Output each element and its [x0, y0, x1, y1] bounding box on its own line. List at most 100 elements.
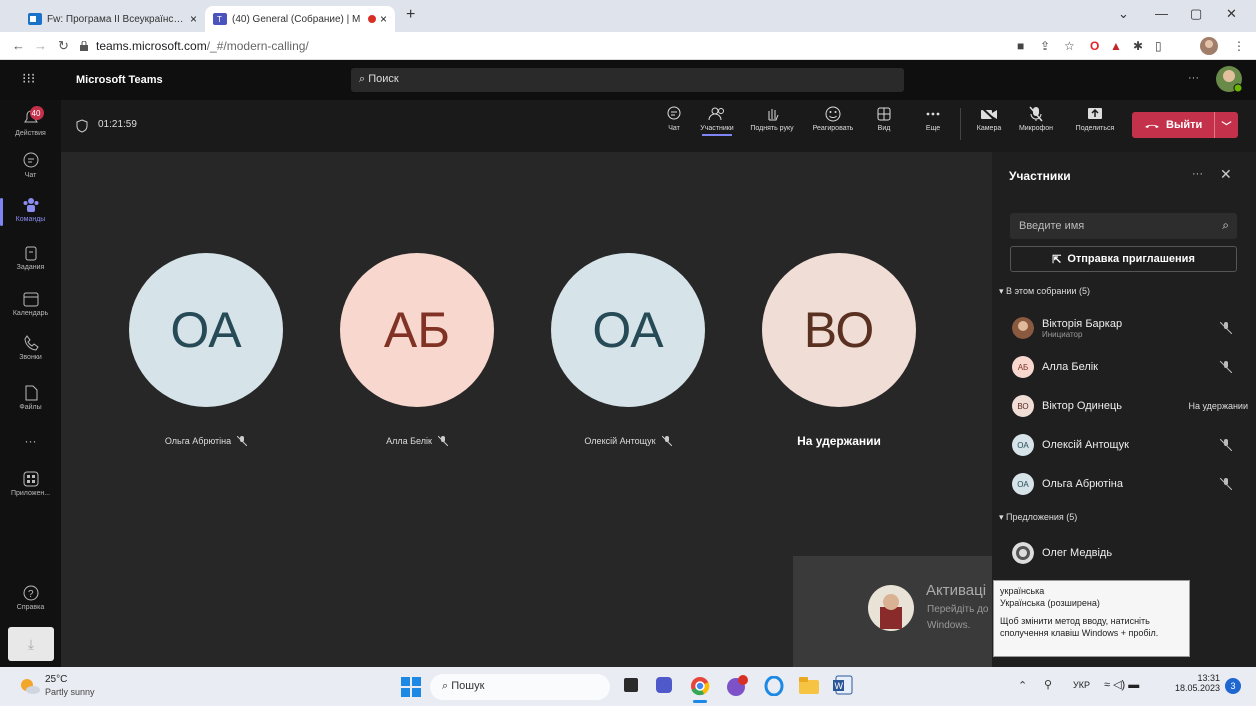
share-invite-icon: ⇱: [1052, 253, 1062, 266]
close-tab-icon[interactable]: ×: [190, 12, 197, 26]
maximize-button[interactable]: ▢: [1190, 6, 1202, 22]
participant-tile-name: Олексій Антощук: [548, 436, 708, 446]
rail-item-help[interactable]: ? Справка: [0, 584, 61, 611]
notification-badge[interactable]: 3: [1225, 678, 1241, 694]
browser-tab-active[interactable]: T (40) General (Собрание) | M ×: [205, 6, 395, 32]
profile-avatar[interactable]: [1200, 37, 1218, 55]
rail-item-calendar[interactable]: Календарь: [0, 290, 61, 317]
activation-line2: Windows.: [927, 620, 971, 631]
tray-chevron-icon[interactable]: ⌃: [1018, 679, 1027, 692]
browser-tab[interactable]: Fw: Програма ІІ Всеукраїнської ×: [20, 6, 205, 32]
section-suggestions[interactable]: ▾ Предложения (5): [999, 512, 1077, 523]
section-in-meeting[interactable]: ▾ В этом собрании (5): [999, 286, 1090, 297]
extensions-puzzle-icon[interactable]: ✱: [1133, 39, 1143, 53]
participant-search-input[interactable]: Введите имя ⌕: [1010, 213, 1237, 239]
assignments-icon: [25, 246, 36, 261]
word-icon[interactable]: W: [833, 675, 853, 695]
participant-tile-name: Ольга Абрютіна: [126, 436, 286, 446]
panel-more-icon[interactable]: ···: [1192, 168, 1203, 180]
leave-dropdown-chevron-icon[interactable]: ﹀: [1214, 112, 1238, 138]
reload-icon[interactable]: ↻: [58, 38, 69, 54]
close-window-button[interactable]: ✕: [1226, 6, 1237, 22]
camera-ext-icon[interactable]: ■: [1017, 39, 1024, 53]
avatar: ОА: [1012, 434, 1034, 456]
rail-item-more[interactable]: ···: [0, 434, 61, 448]
share-button[interactable]: Поделиться: [1070, 106, 1120, 132]
user-avatar[interactable]: [1216, 66, 1242, 92]
send-invite-button[interactable]: ⇱ Отправка приглашения: [1010, 246, 1237, 272]
tab-search-chevron-icon[interactable]: ⌄: [1118, 6, 1129, 22]
camera-button[interactable]: Камера: [975, 106, 1003, 132]
active-app-indicator: [693, 700, 707, 703]
bookmark-star-icon[interactable]: ☆: [1064, 39, 1075, 53]
mic-off-icon: [661, 436, 672, 446]
participants-button[interactable]: Участники: [695, 106, 739, 136]
close-tab-icon[interactable]: ×: [380, 12, 387, 26]
divider: [960, 108, 961, 140]
viber-icon[interactable]: [726, 675, 748, 697]
more-button[interactable]: Еще: [923, 106, 943, 132]
rail-item-activity[interactable]: 40 Действия: [0, 106, 61, 137]
ext-icon[interactable]: ▲: [1110, 39, 1122, 53]
react-button[interactable]: Реагировать: [806, 106, 860, 132]
shield-icon: [76, 119, 88, 133]
forward-icon[interactable]: →: [34, 38, 47, 53]
hang-up-icon: [1145, 124, 1159, 128]
search-input[interactable]: ⌕ Поиск: [351, 68, 904, 92]
search-icon: ⌕: [359, 73, 366, 85]
phone-icon: [23, 335, 39, 351]
opera-ext-icon[interactable]: O: [1090, 39, 1099, 53]
wifi-sound-battery-icons[interactable]: ≈ ◁) ▬: [1104, 678, 1139, 691]
leave-button[interactable]: Выйти ﹀: [1132, 112, 1238, 138]
rail-item-apps[interactable]: Приложен...: [0, 470, 61, 497]
teams-chat-icon[interactable]: [656, 677, 672, 693]
camera-off-icon: [980, 106, 997, 122]
calendar-icon: [23, 292, 38, 307]
clock[interactable]: 13:31 18.05.2023: [1168, 673, 1220, 693]
rail-item-assignments[interactable]: Задания: [0, 244, 61, 271]
sidepanel-icon[interactable]: ▯: [1155, 39, 1162, 53]
participant-row[interactable]: Вікторія Баркар Инициатор: [1012, 315, 1252, 341]
bell-icon: 40: [23, 106, 44, 123]
windows-start-icon[interactable]: [401, 677, 421, 697]
chat-icon: [23, 152, 38, 168]
avatar: [1012, 542, 1034, 564]
participant-row[interactable]: АБ Алла Белік: [1012, 354, 1252, 380]
self-video-preview: Активаці Перейдіть до Windows.: [793, 556, 992, 667]
taskbar-search[interactable]: ⌕ Пошук: [430, 674, 610, 700]
input-method-tooltip: українська Українська (розширена) Щоб зм…: [993, 580, 1190, 657]
language-indicator[interactable]: УКР: [1073, 680, 1090, 690]
browser-menu-icon[interactable]: ⋮: [1233, 39, 1245, 53]
microphone-button[interactable]: Микрофон: [1017, 106, 1055, 132]
participant-tile-avatar: АБ: [340, 253, 494, 407]
file-explorer-icon[interactable]: [799, 677, 819, 695]
back-icon[interactable]: ←: [12, 38, 25, 53]
minimize-button[interactable]: —: [1155, 6, 1168, 21]
more-options-icon[interactable]: ···: [1188, 72, 1199, 84]
avatar: ВО: [1012, 395, 1034, 417]
new-tab-button[interactable]: +: [406, 6, 415, 24]
app-launcher-icon[interactable]: ⁝⁝⁝: [22, 70, 35, 87]
participant-row[interactable]: ВО Віктор Одинець На удержании: [1012, 393, 1252, 419]
participant-tile-name: Алла Белік: [337, 436, 497, 446]
url-text[interactable]: teams.microsoft.com/_#/modern-calling/: [96, 39, 309, 53]
rail-item-files[interactable]: Файлы: [0, 384, 61, 411]
mic-tray-icon[interactable]: ⚲: [1044, 678, 1052, 691]
participant-row[interactable]: ОА Ольга Абрютіна: [1012, 471, 1252, 497]
chrome-icon[interactable]: [690, 676, 710, 696]
share-page-icon[interactable]: ⇪: [1040, 39, 1050, 53]
close-panel-icon[interactable]: ✕: [1220, 166, 1232, 183]
participant-row[interactable]: ОА Олексій Антощук: [1012, 432, 1252, 458]
rail-item-teams[interactable]: Команды: [0, 196, 61, 226]
rail-item-calls[interactable]: Звонки: [0, 334, 61, 361]
download-icon[interactable]: ⤓: [8, 627, 54, 661]
rail-item-chat[interactable]: Чат: [0, 152, 61, 179]
opera-icon[interactable]: [764, 676, 784, 696]
task-view-icon[interactable]: [624, 678, 638, 692]
files-icon: [25, 385, 37, 401]
raise-hand-button[interactable]: Поднять руку: [744, 106, 800, 132]
suggestion-row[interactable]: Олег Медвідь: [1012, 540, 1252, 566]
view-button[interactable]: Вид: [874, 106, 894, 132]
svg-text:?: ?: [28, 589, 34, 600]
chat-button[interactable]: Чат: [662, 106, 686, 132]
